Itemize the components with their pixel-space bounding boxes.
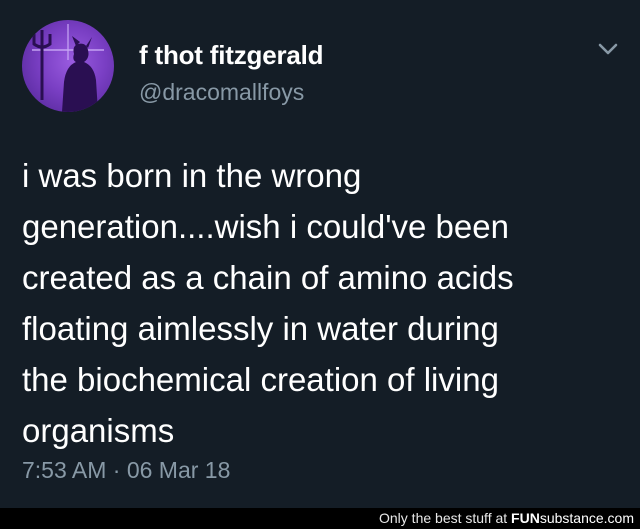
tweet-text-line: i was born in the wrong	[22, 157, 362, 194]
tweet-text-line: floating aimlessly in water during	[22, 310, 499, 347]
tweet-text-line: generation....wish i could've been	[22, 208, 509, 245]
watermark-prefix: Only the best stuff at	[379, 510, 512, 526]
watermark-brand-rest: substance.com	[539, 510, 634, 526]
avatar[interactable]	[22, 20, 114, 112]
tweet-timestamp[interactable]: 7:53 AM · 06 Mar 18	[22, 457, 230, 484]
display-name[interactable]: f thot fitzgerald	[139, 40, 324, 71]
tweet-card: f thot fitzgerald @dracomallfoys i was b…	[0, 0, 640, 508]
avatar-image-icon	[32, 24, 104, 112]
tweet-text-line: the biochemical creation of living	[22, 361, 499, 398]
tweet-text-line: created as a chain of amino acids	[22, 259, 514, 296]
tweet-text-line: organisms	[22, 412, 175, 449]
tweet-text: i was born in the wrong generation....wi…	[22, 150, 622, 456]
watermark: Only the best stuff at FUNsubstance.com	[379, 510, 634, 526]
chevron-down-icon[interactable]	[597, 41, 619, 57]
watermark-bar: Only the best stuff at FUNsubstance.com	[0, 508, 640, 529]
username[interactable]: @dracomallfoys	[139, 79, 304, 106]
watermark-brand-bold: FUN	[511, 510, 540, 526]
